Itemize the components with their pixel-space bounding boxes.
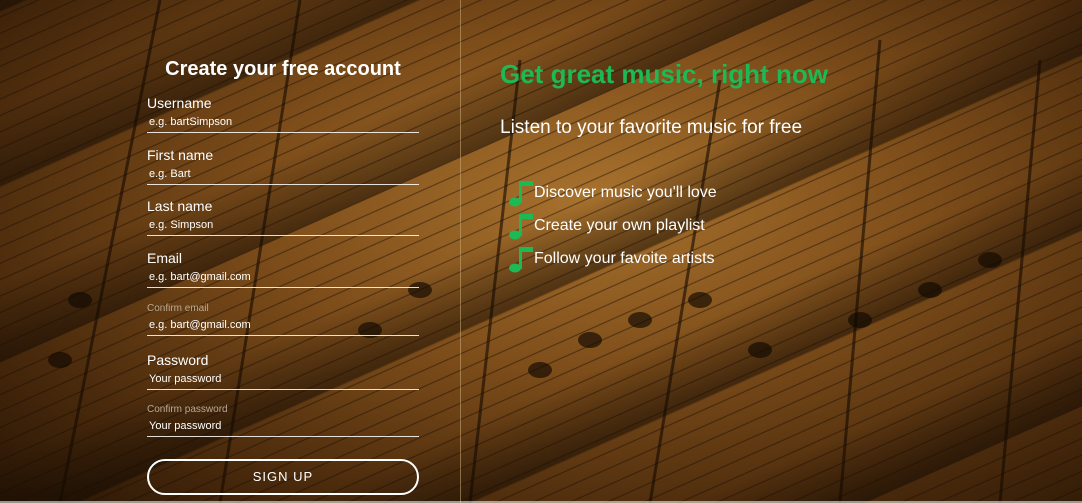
panel-divider <box>460 0 461 503</box>
music-note-icon <box>509 213 533 239</box>
music-note-icon <box>509 180 533 206</box>
feature-item: Discover music you'll love <box>508 176 717 209</box>
field-input[interactable] <box>147 418 419 434</box>
promo-subtitle: Listen to your favorite music for free <box>500 117 803 138</box>
promo-title: Get great music, right now <box>500 59 828 89</box>
promo-panel: Get great music, right now Listen to you… <box>500 58 828 140</box>
field-label: Email <box>147 250 183 266</box>
feature-text: Create your own playlist <box>534 216 705 234</box>
form-field: First name <box>147 147 419 185</box>
form-field: Email <box>147 250 419 288</box>
field-input[interactable] <box>147 166 419 182</box>
field-input[interactable] <box>147 371 419 387</box>
field-label: Password <box>147 352 209 368</box>
field-label: Confirm email <box>147 303 209 314</box>
form-title: Create your free account <box>165 58 401 80</box>
field-label: Last name <box>147 198 213 214</box>
field-input[interactable] <box>147 317 419 333</box>
form-field: Last name <box>147 198 419 236</box>
form-field: Password <box>147 352 419 390</box>
form-field: Confirm password <box>147 404 419 437</box>
field-label: First name <box>147 147 214 163</box>
feature-item: Follow your favoite artists <box>508 242 717 275</box>
field-label: Username <box>147 95 212 111</box>
form-field: Confirm email <box>147 303 419 336</box>
field-input[interactable] <box>147 269 419 285</box>
form-field: Username <box>147 95 419 133</box>
feature-list: Discover music you'll love Create your ow… <box>508 176 717 275</box>
feature-item: Create your own playlist <box>508 209 717 242</box>
feature-text: Follow your favoite artists <box>534 249 715 267</box>
signup-form: Create your free account Username First n… <box>147 56 419 495</box>
sign-up-button[interactable]: SIGN UP <box>147 459 419 495</box>
field-input[interactable] <box>147 217 419 233</box>
field-input[interactable] <box>147 114 419 130</box>
field-label: Confirm password <box>147 404 228 415</box>
feature-text: Discover music you'll love <box>534 183 717 201</box>
music-note-icon <box>509 246 533 272</box>
